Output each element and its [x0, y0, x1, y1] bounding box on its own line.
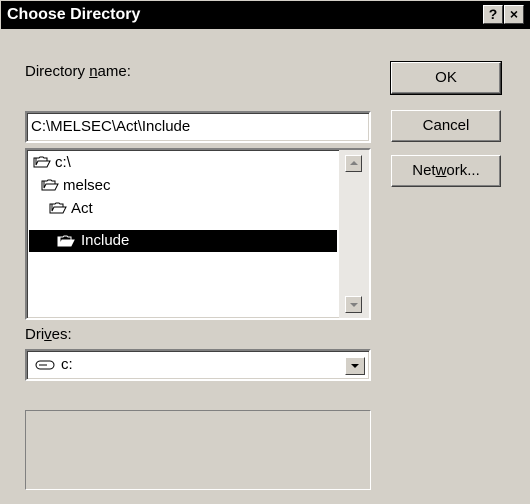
network-label-prefix: Net	[412, 162, 436, 179]
directory-tree-list[interactable]: c:\ melsec Act Include	[25, 148, 371, 320]
drives-selected-value: c:	[61, 356, 73, 373]
directory-name-value: C:\MELSEC\Act\Include	[31, 118, 191, 135]
tree-item-label: c:\	[55, 154, 71, 171]
scroll-up-button[interactable]	[345, 155, 362, 172]
drives-label-accelerator: v	[44, 326, 52, 343]
window-title: Choose Directory	[7, 6, 141, 23]
open-folder-icon	[49, 202, 67, 214]
network-label-accelerator: w	[435, 162, 447, 179]
cancel-button[interactable]: Cancel	[391, 110, 501, 142]
network-info-panel	[25, 410, 371, 490]
drives-label-suffix: es:	[51, 326, 72, 343]
network-label-suffix: ork...	[446, 162, 480, 179]
arrow-up-icon	[350, 161, 358, 165]
close-button[interactable]: ×	[504, 5, 524, 24]
drives-dropdown-button[interactable]	[345, 357, 365, 375]
arrow-down-icon	[350, 303, 358, 307]
directory-label-accelerator: n	[89, 63, 98, 80]
choose-directory-dialog: Choose Directory ? × Directory name: C:\…	[0, 0, 530, 504]
tree-item-label: melsec	[63, 177, 111, 194]
directory-label-prefix: Directory	[25, 63, 90, 80]
open-folder-icon	[57, 235, 75, 247]
drives-label: Drives:	[25, 326, 72, 344]
title-bar[interactable]: Choose Directory ? ×	[1, 1, 530, 29]
tree-item-label: Include	[81, 232, 130, 249]
help-button[interactable]: ?	[483, 5, 503, 24]
tree-scrollbar[interactable]	[339, 150, 369, 318]
drives-label-prefix: Dri	[25, 326, 45, 343]
open-folder-icon	[41, 179, 59, 191]
drives-dropdown[interactable]: c:	[25, 349, 371, 381]
tree-item-label: Act	[71, 200, 93, 217]
open-folder-icon	[33, 156, 51, 168]
chevron-down-icon	[351, 364, 359, 368]
tree-item-include[interactable]: Include	[29, 230, 337, 252]
drive-icon	[35, 360, 55, 370]
directory-label-suffix: ame:	[97, 63, 131, 80]
directory-name-label: Directory name:	[25, 63, 131, 81]
scroll-down-button[interactable]	[345, 296, 362, 313]
network-button[interactable]: Network...	[391, 155, 501, 187]
ok-button[interactable]: OK	[390, 61, 502, 95]
directory-name-input[interactable]: C:\MELSEC\Act\Include	[25, 111, 371, 143]
